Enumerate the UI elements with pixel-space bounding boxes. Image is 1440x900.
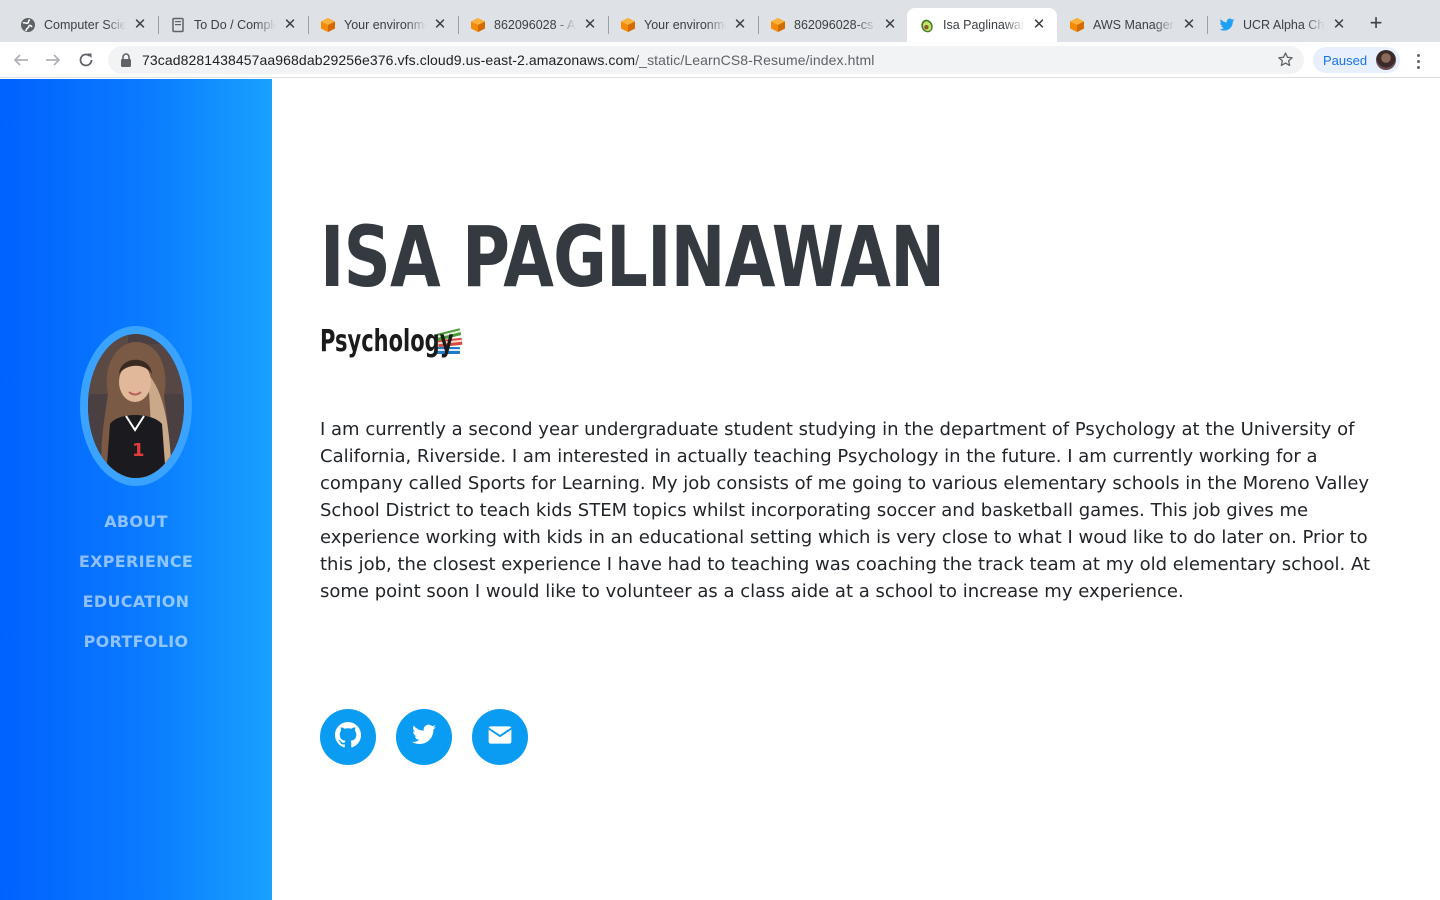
tab-862096028-a[interactable]: 862096028 - A ✕ [458,8,608,42]
subtitle-text: Psychology [320,324,454,359]
tab-close-icon[interactable]: ✕ [882,17,898,33]
url-text: 73cad8281438457aa968dab29256e376.vfs.clo… [142,52,874,68]
page-title: ISA PAGLINAWAN [320,208,945,306]
tab-title: UCR Alpha Chi [1243,18,1325,32]
sidebar-nav: ABOUT EXPERIENCE EDUCATION PORTFOLIO [0,509,272,669]
tab-title: Your environment [644,18,726,32]
tab-close-icon[interactable]: ✕ [132,17,148,33]
tab-close-icon[interactable]: ✕ [1181,17,1197,33]
tab-title: Your environment [344,18,426,32]
subtitle: Psychology [320,324,464,359]
browser-toolbar: 73cad8281438457aa968dab29256e376.vfs.clo… [0,42,1440,78]
aws-cube-icon [1069,17,1085,33]
tab-close-icon[interactable]: ✕ [582,17,598,33]
tab-computer-science[interactable]: Computer Science ✕ [8,8,158,42]
lock-icon [120,53,132,72]
svg-text:1: 1 [132,440,145,461]
tab-close-icon[interactable]: ✕ [282,17,298,33]
tab-title: Computer Science [44,18,126,32]
new-tab-plus-icon[interactable]: + [1364,12,1388,36]
nav-education[interactable]: EDUCATION [0,589,272,629]
profile-avatar [1376,50,1396,70]
aws-cube-icon [320,17,336,33]
tab-title: Isa Paglinawan [943,18,1025,32]
document-icon [170,17,186,33]
globe-icon [20,17,36,33]
bookmark-star-icon[interactable] [1277,51,1294,73]
url-path: /_static/LearnCS8-Resume/index.html [635,52,875,68]
profile-photo-frame: 1 [80,326,192,486]
tab-aws-management[interactable]: AWS Management ✕ [1057,8,1207,42]
tab-ucr-alpha-chi[interactable]: UCR Alpha Chi ✕ [1207,8,1357,42]
profile-status-label: Paused [1323,52,1368,68]
tab-to-do[interactable]: To Do / Complete ✕ [158,8,308,42]
tab-close-icon[interactable]: ✕ [732,17,748,33]
reload-icon[interactable] [74,48,98,72]
sidebar: 1 ABOUT EXPERIENCE EDUCATION PORTFOLIO [0,79,272,900]
tab-title: 862096028 - A [494,18,576,32]
tab-cloud9-environment-1[interactable]: Your environment ✕ [308,8,458,42]
envelope-icon [487,722,513,753]
more-menu-icon[interactable] [1408,51,1428,71]
social-links [320,709,528,765]
tab-862096028-cs[interactable]: 862096028-cs ✕ [758,8,908,42]
tab-title: To Do / Complete [194,18,276,32]
email-link[interactable] [472,709,528,765]
bio-paragraph: I am currently a second year undergradua… [320,419,1371,602]
back-arrow-icon[interactable] [9,48,33,72]
tab-cloud9-environment-2[interactable]: Your environment ✕ [608,8,758,42]
tab-close-icon[interactable]: ✕ [1031,17,1047,33]
browser-tab-strip: Computer Science ✕ To Do / Complete ✕ Yo… [0,0,1440,42]
resume-page: 1 ABOUT EXPERIENCE EDUCATION PORTFOLIO I… [0,79,1440,900]
aws-cube-icon [470,17,486,33]
nav-experience[interactable]: EXPERIENCE [0,549,272,589]
aws-cube-icon [620,17,636,33]
address-bar[interactable]: 73cad8281438457aa968dab29256e376.vfs.clo… [108,46,1304,74]
tab-close-icon[interactable]: ✕ [432,17,448,33]
profile-photo: 1 [88,334,184,478]
forward-arrow-icon[interactable] [41,48,65,72]
profile-paused-button[interactable]: Paused [1313,47,1400,73]
url-host: 73cad8281438457aa968dab29256e376.vfs.clo… [142,52,636,68]
github-link[interactable] [320,709,376,765]
tab-title: AWS Management [1093,18,1175,32]
twitter-bird-icon [1219,17,1235,33]
twitter-icon [411,722,437,753]
tab-title: 862096028-cs [794,18,874,32]
nav-portfolio[interactable]: PORTFOLIO [0,629,272,669]
github-icon [335,721,361,753]
aws-cube-icon [770,17,786,33]
tab-isa-paglinawan[interactable]: Isa Paglinawan ✕ [907,8,1057,42]
avocado-icon [919,17,935,33]
nav-about[interactable]: ABOUT [0,509,272,549]
twitter-link[interactable] [396,709,452,765]
tab-close-icon[interactable]: ✕ [1331,17,1347,33]
